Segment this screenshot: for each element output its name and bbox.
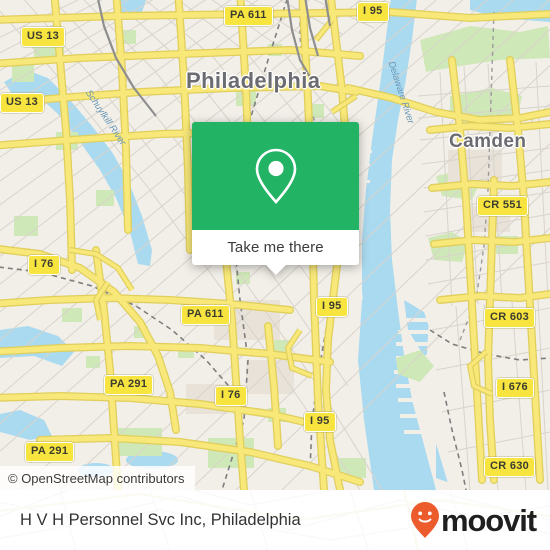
- moovit-map-screenshot: Philadelphia Camden Delaware River Schuy…: [0, 0, 550, 550]
- route-shield-cr-551[interactable]: CR 551: [477, 196, 529, 216]
- route-shield-i-76-east[interactable]: I 76: [215, 386, 247, 406]
- route-shield-i-95-north[interactable]: I 95: [357, 2, 389, 22]
- footer-bar: H V H Personnel Svc Inc, Philadelphia mo…: [0, 490, 550, 550]
- location-pin-icon: [255, 148, 296, 204]
- map-canvas[interactable]: Philadelphia Camden Delaware River Schuy…: [0, 0, 550, 490]
- moovit-smiley-pin-icon: [410, 502, 439, 538]
- moovit-logo[interactable]: moovit: [410, 501, 537, 539]
- osm-attribution[interactable]: © OpenStreetMap contributors: [0, 466, 195, 490]
- route-shield-i-95-mid[interactable]: I 95: [316, 297, 348, 317]
- popup-header: [192, 122, 359, 230]
- route-shield-pa-291-south[interactable]: PA 291: [25, 442, 75, 462]
- map-label-philadelphia: Philadelphia: [186, 68, 321, 93]
- route-shield-us-13-south[interactable]: US 13: [0, 93, 45, 113]
- route-shield-us-13-north[interactable]: US 13: [21, 27, 66, 47]
- moovit-wordmark: moovit: [440, 502, 537, 538]
- route-shield-cr-630[interactable]: CR 630: [484, 457, 536, 477]
- take-me-there-label: Take me there: [227, 239, 324, 256]
- map-label-camden: Camden: [449, 131, 527, 152]
- route-shield-pa-611-south[interactable]: PA 611: [181, 305, 230, 325]
- popup-pointer-tail: [264, 264, 287, 275]
- place-name-label: H V H Personnel Svc Inc, Philadelphia: [20, 510, 301, 529]
- route-shield-cr-603[interactable]: CR 603: [484, 308, 536, 328]
- popup-footer[interactable]: Take me there: [192, 230, 359, 275]
- location-popup-card[interactable]: Take me there: [192, 122, 359, 275]
- route-shield-pa-291-north[interactable]: PA 291: [104, 375, 154, 395]
- route-shield-i-676[interactable]: I 676: [496, 378, 534, 398]
- route-shield-pa-611-north[interactable]: PA 611: [224, 6, 273, 26]
- route-shield-i-95-south[interactable]: I 95: [304, 412, 336, 432]
- route-shield-i-76-west[interactable]: I 76: [28, 255, 60, 275]
